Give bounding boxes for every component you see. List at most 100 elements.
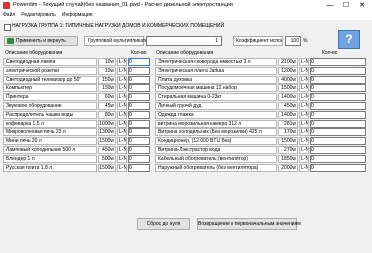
equipment-qty-input[interactable]: 0 [310, 93, 366, 102]
equipment-qty-input[interactable]: 0 [128, 75, 150, 84]
table-row: Звуковое оборудование 45w L-N 0 Личный грузч… [3, 101, 369, 111]
left-col-header-name: Описание оборудования [5, 50, 63, 56]
equipment-qty-input[interactable]: 0 [310, 137, 366, 146]
equipment-power: 170w [278, 128, 298, 137]
equipment-qty-input[interactable]: 0 [128, 84, 150, 93]
table-row: Блендер 1 л 500w L-N 0 Кабельный обогревател… [3, 154, 369, 164]
menu-bar: Файл Редактировать Информация [0, 11, 372, 20]
equipment-phase: L-N [117, 58, 127, 66]
equipment-rows: Светодиодная лампа 10w L-N 0 Электрическая с… [3, 58, 369, 172]
minimize-icon[interactable]: — [322, 0, 338, 11]
equipment-qty-input[interactable]: 0 [128, 145, 150, 154]
table-row: Распределитель чашки воды 80w L-N 0 Одежда г… [3, 110, 369, 120]
equipment-power: 281w [278, 119, 298, 128]
equipment-phase: L-N [117, 163, 127, 172]
equipment-qty-input[interactable]: 0 [310, 84, 366, 93]
table-row: электрической розетки 10w L-N 0 Электрическа… [3, 66, 369, 76]
equipment-power: 10w [98, 58, 116, 66]
equipment-name: Наружный обогреватель (без вентилятора) [155, 163, 277, 172]
equipment-qty-input[interactable]: 0 [128, 93, 150, 102]
equipment-phase: L-N [117, 137, 127, 146]
equipment-qty-input[interactable]: 0 [128, 154, 150, 163]
equipment-qty-input[interactable]: 0 [128, 101, 150, 110]
usage-coef-input[interactable]: 100 [285, 36, 301, 46]
equipment-name: Электрическая сковорода емкостью 3 л [155, 58, 277, 66]
group-header: НАГРУЗКА ГРУППА 1: ТИПИЧНЫЕ НАГРУЗКИ ДОМ… [0, 20, 372, 49]
equipment-qty-input[interactable]: 0 [310, 128, 366, 137]
table-row: Светодиодная лампа 10w L-N 0 Электрическая с… [3, 58, 369, 67]
equipment-power: 150w [98, 75, 116, 84]
equipment-qty-input[interactable]: 0 [128, 119, 150, 128]
equipment-phase: L-N [299, 84, 309, 93]
menu-file[interactable]: Файл [0, 11, 18, 20]
equipment-power: 450w [278, 101, 298, 110]
equipment-power: 270w [278, 145, 298, 154]
apply-return-button[interactable]: Применить и вернуть [4, 36, 78, 46]
equipment-qty-input[interactable]: 0 [128, 128, 150, 137]
equipment-name: Ламповый холодильник 500 л [3, 145, 97, 154]
equipment-phase: L-N [299, 66, 309, 75]
equipment-qty-input[interactable]: 0 [128, 110, 150, 119]
equipment-name: Микроволновая печь 23 л [3, 128, 97, 137]
equipment-phase: L-N [117, 66, 127, 75]
equipment-phase: L-N [299, 58, 309, 66]
equipment-name: Мини печь 20 л [3, 137, 97, 146]
group-checkbox[interactable] [4, 24, 11, 31]
equipment-grid: Описание оборудования Кол-во Описание об… [0, 48, 372, 210]
equipment-name: Компьютер [3, 84, 97, 93]
equipment-phase: L-N [117, 154, 127, 163]
maximize-icon[interactable]: ☐ [338, 0, 354, 11]
window-title: Powerdim - Текущий случай(без названия_0… [13, 2, 233, 8]
equipment-phase: L-N [299, 101, 309, 110]
right-col-header-qty: Кол-во [322, 50, 338, 56]
help-icon[interactable]: ? [338, 30, 360, 49]
usage-coef-label: Коэффициент использования [233, 36, 283, 46]
equipment-power: 60w [98, 93, 116, 102]
equipment-qty-input[interactable]: 0 [310, 58, 366, 66]
equipment-name: Русская плита 1,8 л [3, 163, 97, 172]
equipment-power: 1400w [278, 93, 298, 102]
equipment-qty-input[interactable]: 0 [310, 154, 366, 163]
equipment-phase: L-N [299, 145, 309, 154]
equipment-qty-input[interactable]: 0 [310, 75, 366, 84]
equipment-phase: L-N [117, 75, 127, 84]
equipment-phase: L-N [117, 93, 127, 102]
multiplier-label: Групповой мультипликатор [84, 36, 151, 46]
equipment-qty-input[interactable]: 0 [128, 137, 150, 146]
menu-edit[interactable]: Редактировать [18, 11, 59, 20]
equipment-qty-input[interactable]: 0 [310, 110, 366, 119]
equipment-qty-input[interactable]: 0 [310, 163, 366, 172]
menu-info[interactable]: Информация [59, 11, 96, 20]
equipment-power: 150w [98, 84, 116, 93]
equipment-phase: L-N [299, 154, 309, 163]
equipment-qty-input[interactable]: 0 [128, 163, 150, 172]
reset-to-zero-button[interactable]: Сброс до нуля [137, 218, 190, 230]
equipment-power: 4000w [278, 75, 298, 84]
equipment-name: Светодиодная лампа [3, 58, 97, 66]
equipment-name: витрина морозильная камера 312 л [155, 119, 277, 128]
usage-coef-unit: % [303, 38, 308, 44]
equipment-name: Звуковое оборудование [3, 101, 97, 110]
left-col-header-qty: Кол-во [131, 50, 147, 56]
equipment-qty-input[interactable]: 0 [128, 58, 150, 66]
equipment-qty-input[interactable]: 0 [310, 119, 366, 128]
equipment-power: 450w [98, 145, 116, 154]
equipment-qty-input[interactable]: 0 [310, 101, 366, 110]
equipment-name: Стиральная машина 0-23кг [155, 93, 277, 102]
equipment-name: Витрина холодильник (Без морозилки) 425 … [155, 128, 277, 137]
close-icon[interactable]: ✕ [354, 0, 370, 11]
equipment-phase: L-N [117, 128, 127, 137]
equipment-qty-input[interactable]: 0 [310, 145, 366, 154]
equipment-name: Одежда глажка [155, 110, 277, 119]
equipment-qty-input[interactable]: 0 [128, 66, 150, 75]
equipment-qty-input[interactable]: 0 [310, 66, 366, 75]
equipment-phase: L-N [299, 137, 309, 146]
equipment-power: 1500w [278, 84, 298, 93]
equipment-phase: L-N [117, 119, 127, 128]
equipment-power: 1000w [98, 119, 116, 128]
equipment-name: электрической розетки [3, 66, 97, 75]
restore-defaults-button[interactable]: Возвращение к первоначальным значениям [197, 218, 301, 230]
equipment-name: Электрическая плита Jarkaa [155, 66, 277, 75]
table-row: Микроволновая печь 23 л 1300w L-N 0 Витрина … [3, 128, 369, 137]
multiplier-input[interactable]: 1 [146, 36, 222, 46]
